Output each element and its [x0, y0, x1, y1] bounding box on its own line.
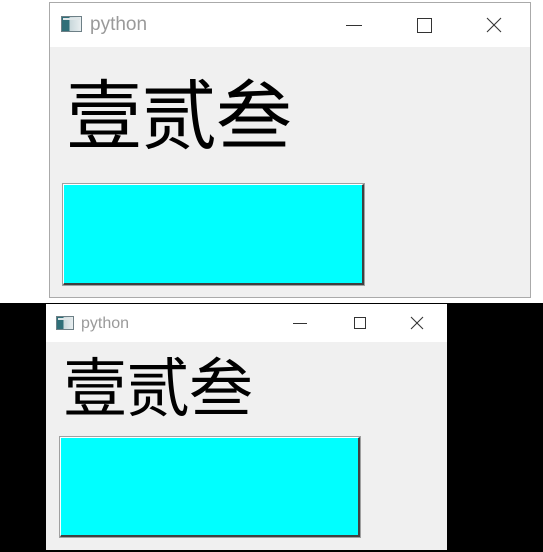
minimize-button[interactable]	[342, 15, 366, 35]
maximize-button[interactable]	[414, 15, 434, 35]
title-bar[interactable]: python	[46, 304, 447, 342]
python-window-icon[interactable]	[61, 16, 82, 32]
close-icon	[486, 17, 502, 33]
minimize-icon	[346, 25, 362, 26]
python-window-2: python 壹贰叁	[46, 304, 447, 550]
minimize-icon	[293, 323, 307, 324]
python-window-1: python 壹贰叁	[49, 2, 531, 298]
maximize-button[interactable]	[351, 314, 369, 332]
python-window-icon[interactable]	[56, 316, 74, 330]
close-button[interactable]	[484, 15, 504, 35]
maximize-icon	[417, 18, 432, 33]
chinese-numeral-label: 壹贰叁	[66, 72, 292, 161]
close-icon	[410, 316, 424, 330]
cyan-push-button[interactable]	[62, 183, 365, 286]
window-title: python	[90, 14, 148, 35]
title-bar[interactable]: python	[50, 3, 530, 47]
chinese-numeral-label: 壹贰叁	[63, 353, 253, 427]
close-button[interactable]	[408, 314, 426, 332]
window-title: python	[81, 315, 130, 332]
cyan-push-button[interactable]	[59, 436, 361, 538]
maximize-icon	[354, 317, 366, 329]
minimize-button[interactable]	[290, 314, 310, 332]
